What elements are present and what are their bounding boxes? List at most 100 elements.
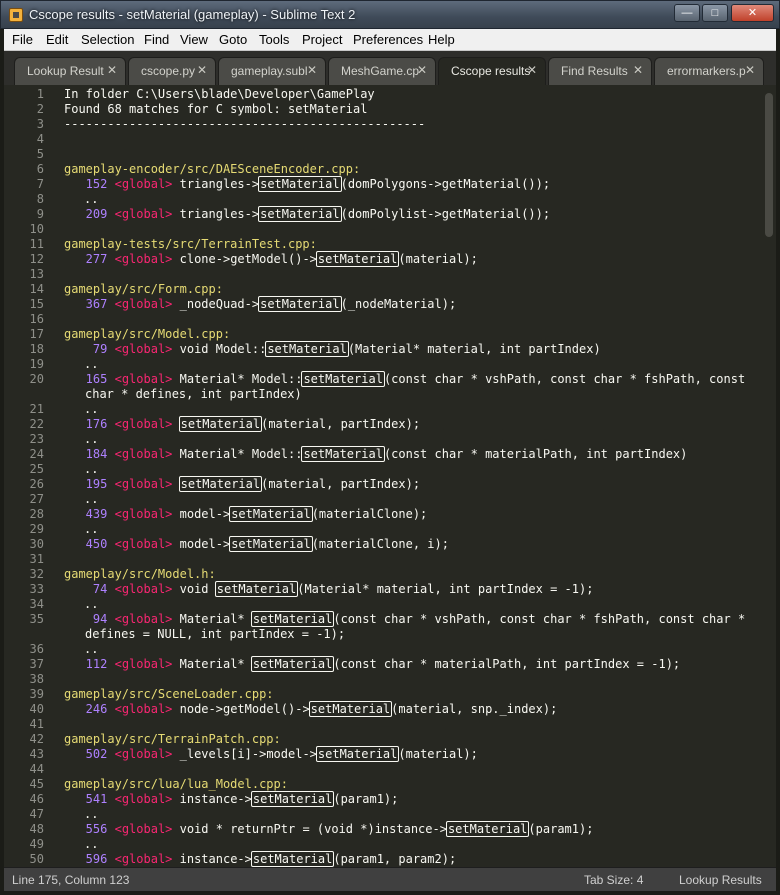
tab-label: Lookup Result	[27, 64, 104, 78]
symbol-match[interactable]: setMaterial	[265, 341, 349, 357]
ellipsis: ..	[84, 402, 99, 416]
code-line: char * defines, int partIndex)	[85, 387, 302, 401]
tab-lookup-result[interactable]: Lookup Result ✕	[14, 57, 126, 85]
line-number: 18	[29, 342, 44, 356]
scope-tag: <global>	[114, 477, 173, 491]
menu-bar: File Edit Selection Find View Goto Tools…	[4, 29, 776, 51]
code-line: gameplay/src/Form.cpp:	[64, 282, 223, 296]
editor-view[interactable]: 1 In folder C:\Users\blade\Developer\Game…	[4, 85, 776, 867]
menu-tools[interactable]: Tools	[259, 32, 289, 47]
symbol-match[interactable]: setMaterial	[178, 416, 263, 432]
tab-label: cscope.py	[141, 64, 196, 78]
code-line: ..	[84, 837, 98, 851]
symbol-match[interactable]: setMaterial	[250, 851, 335, 867]
ellipsis: ..	[84, 432, 99, 446]
tab-cscope-py[interactable]: cscope.py ✕	[128, 57, 216, 85]
menu-selection[interactable]: Selection	[81, 32, 134, 47]
symbol-match[interactable]: setMaterial	[250, 656, 335, 672]
code-line: gameplay/src/Model.h:	[64, 567, 216, 581]
menu-edit[interactable]: Edit	[46, 32, 68, 47]
line-number: 14	[29, 282, 44, 296]
symbol-match[interactable]: setMaterial	[315, 746, 400, 762]
match-line-number: 184	[64, 447, 108, 461]
code-line: 209 <global> triangles->setMaterial(domP…	[64, 206, 551, 222]
code-suffix: (param1);	[333, 792, 399, 806]
tab-close-icon[interactable]: ✕	[197, 63, 207, 77]
code-line: 541 <global> instance->setMaterial(param…	[64, 791, 399, 807]
code-line: 277 <global> clone->getModel()->setMater…	[64, 251, 478, 267]
menu-preferences[interactable]: Preferences	[353, 32, 423, 47]
code-line: gameplay/src/lua/lua_Model.cpp:	[64, 777, 288, 791]
symbol-match[interactable]: setMaterial	[258, 176, 342, 192]
tab-find-results[interactable]: Find Results ✕	[548, 57, 652, 85]
code-suffix: (domPolygons->getMaterial());	[340, 177, 551, 191]
code-line: 74 <global> void setMaterial(Material* m…	[64, 581, 593, 597]
tab-close-icon[interactable]: ✕	[527, 63, 537, 77]
tab-close-icon[interactable]: ✕	[745, 63, 755, 77]
menu-find[interactable]: Find	[144, 32, 169, 47]
code-suffix: (const char * vshPath, const char * fshP…	[333, 612, 746, 626]
tab-close-icon[interactable]: ✕	[417, 63, 427, 77]
symbol-match[interactable]: setMaterial	[258, 206, 342, 222]
ellipsis: ..	[84, 492, 99, 506]
symbol-match[interactable]: setMaterial	[229, 506, 313, 522]
symbol-match[interactable]: setMaterial	[301, 446, 385, 462]
symbol-match[interactable]: setMaterial	[178, 476, 263, 492]
line-number: 6	[36, 162, 44, 176]
tab-size-indicator[interactable]: Tab Size: 4	[584, 873, 643, 887]
code-prefix: triangles->	[179, 207, 260, 221]
code-line: ..	[84, 642, 98, 656]
tab-close-icon[interactable]: ✕	[107, 63, 117, 77]
match-line-number: 541	[64, 792, 108, 806]
file-path: gameplay/src/SceneLoader.cpp:	[64, 687, 274, 701]
code-suffix: (const char * materialPath, int partInde…	[383, 447, 688, 461]
symbol-match[interactable]: setMaterial	[315, 251, 400, 267]
maximize-button[interactable]: □	[702, 4, 728, 22]
close-button[interactable]: ✕	[731, 4, 774, 22]
symbol-match[interactable]: setMaterial	[250, 791, 335, 807]
window-title: Cscope results - setMaterial (gameplay) …	[29, 7, 356, 22]
tab-close-icon[interactable]: ✕	[633, 63, 643, 77]
symbol-match[interactable]: setMaterial	[229, 536, 313, 552]
code-line: ..	[84, 192, 98, 206]
code-line: gameplay/src/TerrainPatch.cpp:	[64, 732, 281, 746]
menu-goto[interactable]: Goto	[219, 32, 247, 47]
file-path: gameplay/src/Model.h:	[64, 567, 216, 581]
menu-file[interactable]: File	[12, 32, 33, 47]
tab-gameplay-sublime[interactable]: gameplay.subl ✕	[218, 57, 326, 85]
symbol-match[interactable]: setMaterial	[250, 611, 335, 627]
menu-view[interactable]: View	[180, 32, 208, 47]
menu-help[interactable]: Help	[428, 32, 455, 47]
code-suffix: (_nodeMaterial);	[340, 297, 457, 311]
code-suffix: (param1, param2);	[333, 852, 457, 866]
line-number: 4	[36, 132, 44, 146]
line-number: 24	[29, 447, 44, 461]
tab-close-icon[interactable]: ✕	[307, 63, 317, 77]
line-number: 43	[29, 747, 44, 761]
continuation-text: char * defines, int partIndex)	[85, 387, 302, 401]
tab-errormarkers[interactable]: errormarkers.p ✕	[654, 57, 764, 85]
tab-meshgame-cpp[interactable]: MeshGame.cp ✕	[328, 57, 436, 85]
symbol-match[interactable]: setMaterial	[214, 581, 299, 597]
code-line: 367 <global> _nodeQuad->setMaterial(_nod…	[64, 296, 457, 312]
code-suffix: (domPolylist->getMaterial());	[340, 207, 551, 221]
ellipsis: ..	[84, 357, 99, 371]
symbol-match[interactable]: setMaterial	[308, 701, 393, 717]
ellipsis: ..	[84, 807, 99, 821]
minimize-button[interactable]: —	[674, 4, 700, 22]
symbol-match[interactable]: setMaterial	[445, 821, 530, 837]
tab-cscope-results[interactable]: Cscope results ✕	[438, 57, 546, 85]
match-line-number: 439	[64, 507, 108, 521]
code-prefix: Material* Model::	[179, 372, 303, 386]
scope-tag: <global>	[114, 372, 173, 386]
menu-project[interactable]: Project	[302, 32, 342, 47]
code-line: 112 <global> Material* setMaterial(const…	[64, 656, 680, 672]
match-line-number: 176	[64, 417, 108, 431]
match-line-number: 209	[64, 207, 108, 221]
code-line: 94 <global> Material* setMaterial(const …	[64, 611, 746, 627]
vertical-scrollbar[interactable]	[765, 93, 773, 237]
symbol-match[interactable]: setMaterial	[301, 371, 385, 387]
scope-tag: <global>	[114, 852, 173, 866]
syntax-indicator[interactable]: Lookup Results	[679, 873, 762, 887]
symbol-match[interactable]: setMaterial	[258, 296, 342, 312]
